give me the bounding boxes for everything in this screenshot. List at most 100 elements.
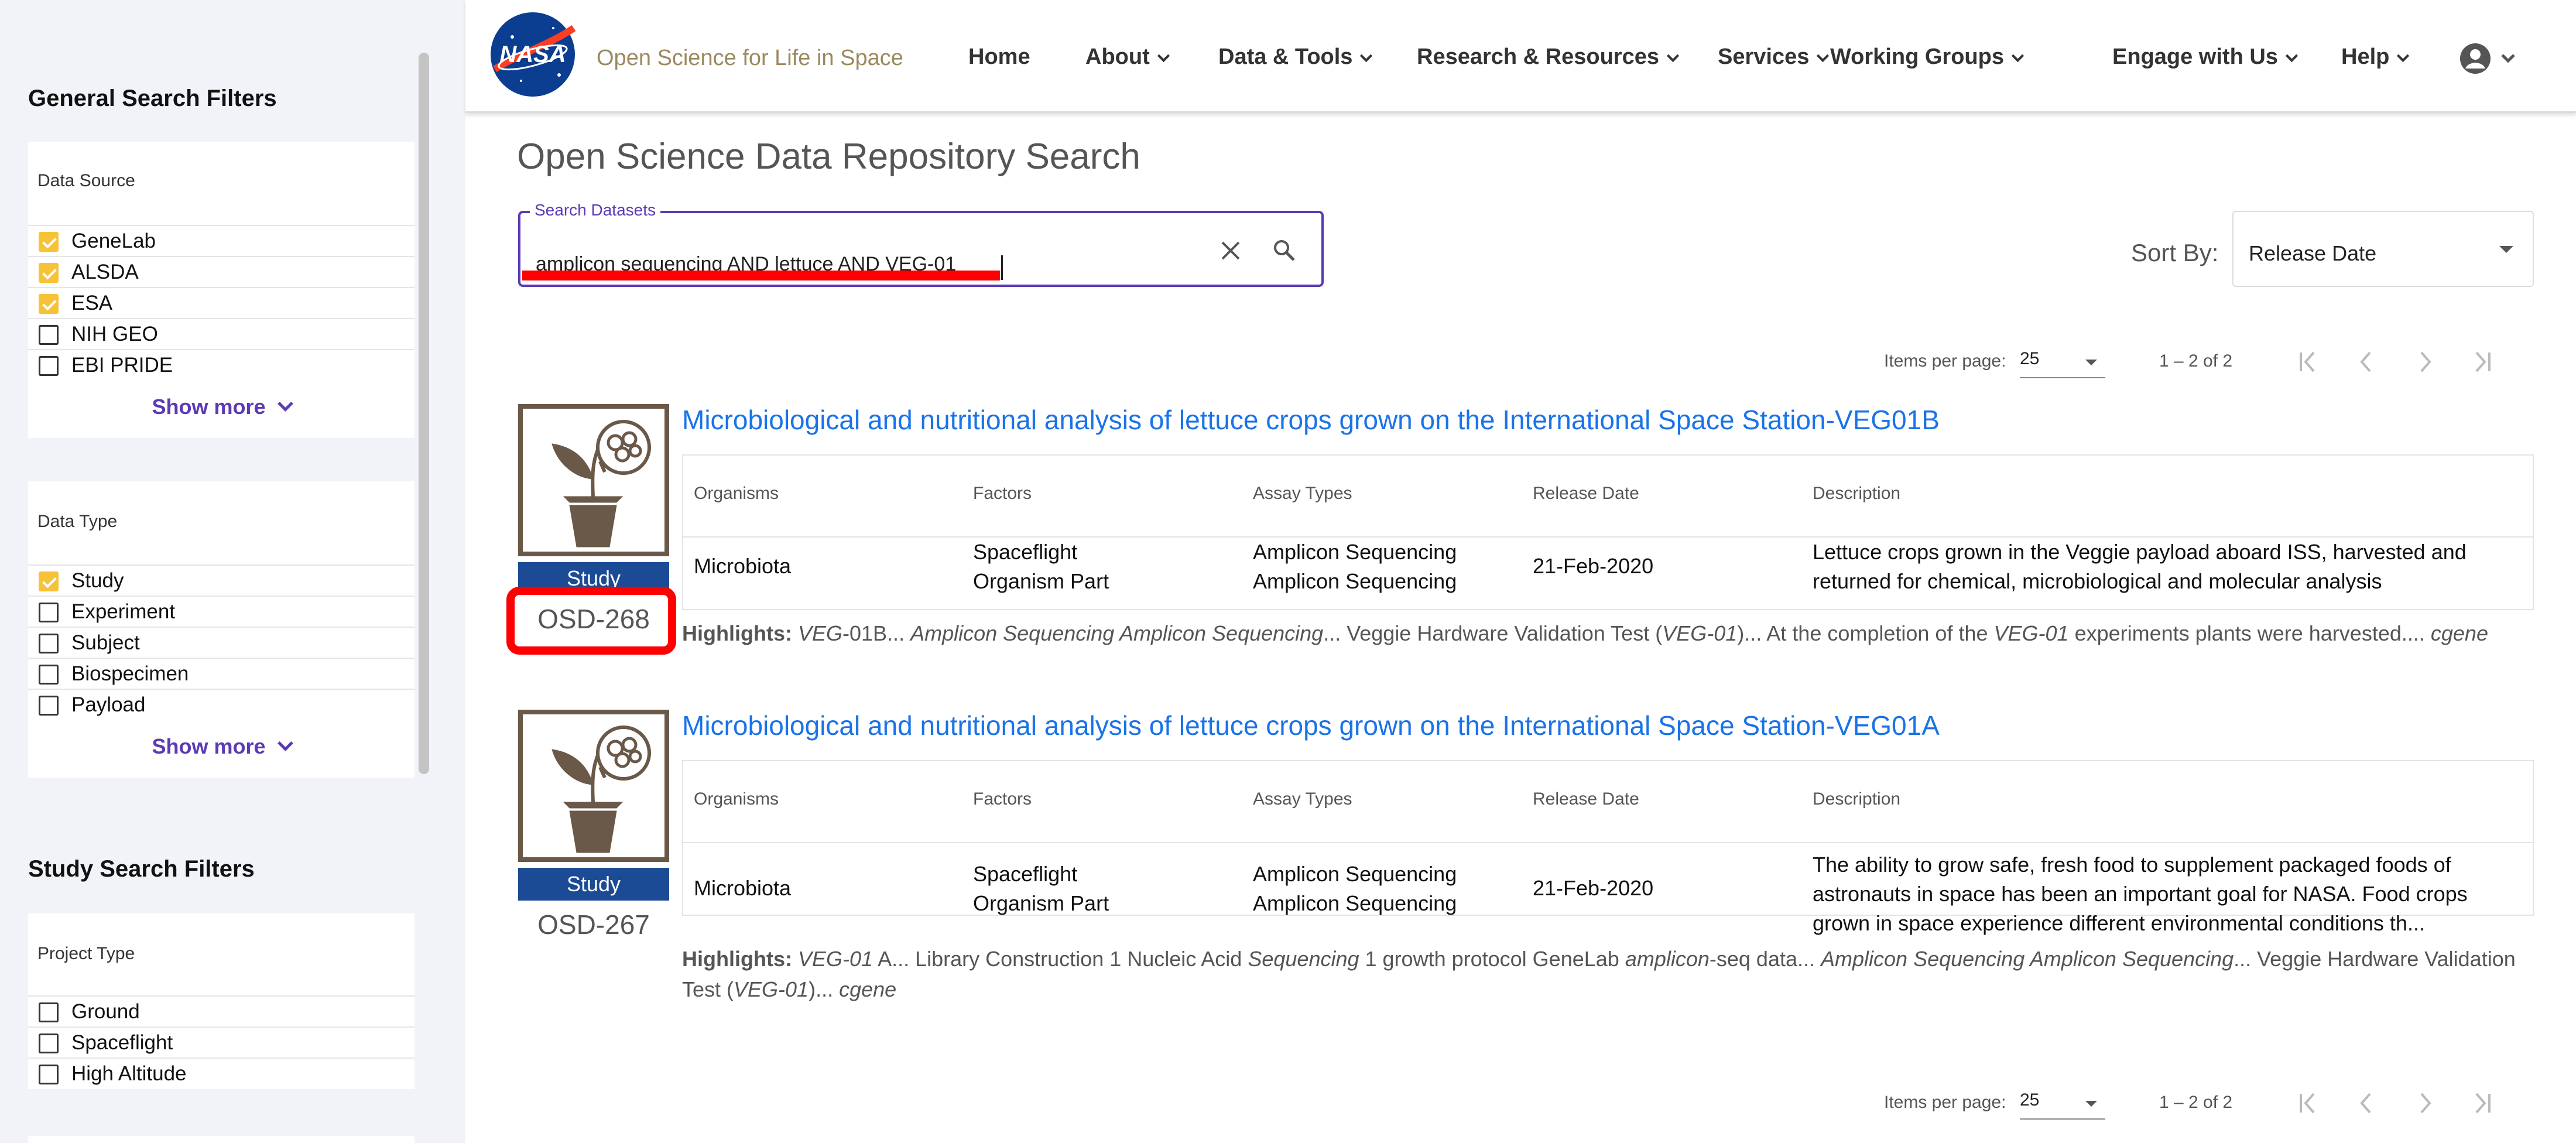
filter-project-high-altitude[interactable]: High Altitude <box>28 1058 415 1089</box>
nasa-logo[interactable]: NASA <box>489 11 577 98</box>
highlight-term: VEG <box>797 621 843 645</box>
filter-type-payload[interactable]: Payload <box>28 689 415 720</box>
page-title: Open Science Data Repository Search <box>517 136 1140 177</box>
result-highlights: Highlights: VEG-01B... Amplicon Sequenci… <box>682 618 2534 649</box>
pager-range: 1 – 2 of 2 <box>2159 351 2233 371</box>
filter-label: Ground <box>71 1000 140 1023</box>
nav-data-tools[interactable]: Data & Tools <box>1218 45 1373 70</box>
nav-research-resources[interactable]: Research & Resources <box>1417 45 1680 70</box>
filter-type-subject[interactable]: Subject <box>28 627 415 658</box>
cell-description: The ability to grow safe, fresh food to … <box>1813 853 2468 935</box>
checkbox[interactable] <box>39 1034 59 1053</box>
next-card-edge <box>28 1136 415 1143</box>
osd-id[interactable]: OSD-267 <box>518 909 669 940</box>
cell-release-date: 21-Feb-2020 <box>1533 554 1654 578</box>
sort-select[interactable]: Release Date <box>2232 211 2534 287</box>
highlight-text: ... Veggie Hardware Validation Test ( <box>1323 621 1663 645</box>
nav-working-groups[interactable]: Working Groups <box>1830 45 2025 70</box>
filter-project-ground[interactable]: Ground <box>28 995 415 1027</box>
site-name[interactable]: Open Science for Life in Space <box>597 46 903 71</box>
items-per-page-label-bottom: Items per page: <box>1884 1093 2006 1112</box>
checkbox[interactable] <box>39 263 59 283</box>
column-header: Assay Types <box>1253 484 1352 503</box>
result-title-link[interactable]: Microbiological and nutritional analysis… <box>682 404 1940 436</box>
checkbox[interactable] <box>39 634 59 653</box>
filter-source-esa[interactable]: ESA <box>28 287 415 319</box>
highlight-term: amplicon <box>1625 947 1710 971</box>
column-header: Description <box>1813 484 1901 503</box>
search-legend: Search Datasets <box>530 201 660 220</box>
filter-label: NIH GEO <box>71 323 158 345</box>
checkbox[interactable] <box>39 294 59 314</box>
dropdown-caret-icon <box>2085 360 2097 365</box>
result-highlights: Highlights: VEG-01 A... Library Construc… <box>682 944 2534 1005</box>
filter-source-ebi-pride[interactable]: EBI PRIDE <box>28 349 415 381</box>
filter-type-study[interactable]: Study <box>28 564 415 596</box>
highlight-term: VEG-01 <box>1662 621 1738 645</box>
data-source-title: Data Source <box>37 171 135 190</box>
logo-text: NASA <box>499 42 566 67</box>
checkbox[interactable] <box>39 696 59 716</box>
last-page-icon <box>2475 351 2491 372</box>
dropdown-caret-icon <box>2085 1101 2097 1107</box>
filter-type-experiment[interactable]: Experiment <box>28 596 415 627</box>
project-type-title: Project Type <box>37 944 135 963</box>
sidebar-scrollbar[interactable] <box>419 53 429 774</box>
highlights-label: Highlights: <box>682 947 792 971</box>
nav-home[interactable]: Home <box>968 45 1030 70</box>
column-header: Release Date <box>1533 789 1639 809</box>
user-icon <box>2460 43 2515 74</box>
nav-help[interactable]: Help <box>2341 45 2410 70</box>
cell-assays: Amplicon Sequencing Amplicon Sequencing <box>1253 862 1457 915</box>
checkbox[interactable] <box>39 665 59 685</box>
checkbox[interactable] <box>39 572 59 591</box>
filter-source-alsda[interactable]: ALSDA <box>28 256 415 288</box>
data-type-show-more[interactable]: Show more <box>28 734 415 759</box>
chevron-down-icon <box>1817 49 1830 63</box>
items-per-page-select-bottom[interactable]: 25 <box>2020 1090 2105 1120</box>
filter-label: EBI PRIDE <box>71 354 173 377</box>
chevron-down-icon <box>1666 49 1680 63</box>
filter-source-genelab[interactable]: GeneLab <box>28 225 415 256</box>
cell-assays: Amplicon Sequencing Amplicon Sequencing <box>1253 540 1457 593</box>
filter-source-nih-geo[interactable]: NIH GEO <box>28 318 415 350</box>
study-thumbnail[interactable] <box>518 404 669 556</box>
checkbox[interactable] <box>39 325 59 345</box>
filter-label: ALSDA <box>71 261 139 283</box>
filter-label: High Altitude <box>71 1062 187 1085</box>
items-per-page-label: Items per page: <box>1884 351 2006 371</box>
highlight-term: Sequencing <box>1248 947 1359 971</box>
study-thumbnail[interactable] <box>518 710 669 862</box>
top-header: NASA Open Science for Life in Space Home… <box>465 0 2576 113</box>
prev-page-icon <box>2360 1093 2371 1114</box>
highlight-term: Amplicon Sequencing Amplicon Sequencing <box>910 621 1324 645</box>
highlights-label: Highlights: <box>682 621 792 645</box>
result-title-link[interactable]: Microbiological and nutritional analysis… <box>682 710 1940 741</box>
pager-buttons <box>2295 344 2494 379</box>
checkbox[interactable] <box>39 356 59 376</box>
checkbox[interactable] <box>39 603 59 622</box>
checkbox[interactable] <box>39 1065 59 1084</box>
filter-label: Study <box>71 569 124 592</box>
table-divider <box>683 842 2533 843</box>
search-annotation-underline <box>522 271 1000 280</box>
nav-services[interactable]: Services <box>1718 45 1830 70</box>
nav-about[interactable]: About <box>1085 45 1170 70</box>
chevron-down-icon <box>2397 49 2410 63</box>
items-per-page-select[interactable]: 25 <box>2020 349 2105 378</box>
filter-type-biospecimen[interactable]: Biospecimen <box>28 658 415 689</box>
clear-icon[interactable] <box>1219 239 1242 262</box>
account-menu[interactable] <box>2459 42 2517 77</box>
cell-factors: Spaceflight Organism Part <box>973 862 1109 915</box>
column-header: Factors <box>973 484 1032 503</box>
nav-engage[interactable]: Engage with Us <box>2112 45 2298 70</box>
data-source-show-more[interactable]: Show more <box>28 395 415 419</box>
checkbox[interactable] <box>39 232 59 252</box>
sort-value: Release Date <box>2249 241 2377 265</box>
checkbox[interactable] <box>39 1002 59 1022</box>
search-icon[interactable] <box>1272 238 1297 263</box>
data-type-title: Data Type <box>37 512 118 531</box>
chevron-down-icon <box>2285 49 2298 63</box>
filter-project-spaceflight[interactable]: Spaceflight <box>28 1026 415 1058</box>
chevron-down-icon <box>277 735 293 751</box>
